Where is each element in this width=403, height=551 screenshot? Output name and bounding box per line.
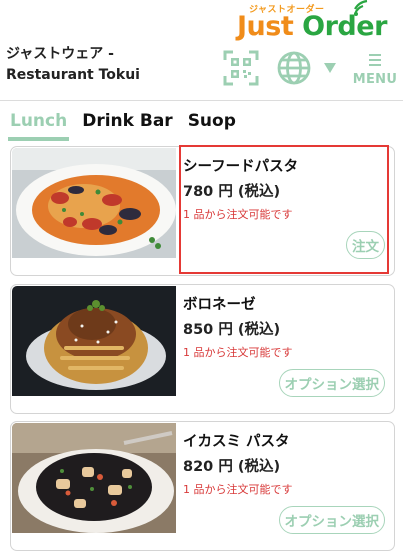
globe-icon [277,51,311,85]
logo-word-just: Just [237,11,294,42]
qr-code-icon [223,50,259,86]
menu-button[interactable]: MENU [352,50,398,92]
tab-drink-bar[interactable]: Drink Bar [82,108,172,141]
logo-word-order: Order [302,11,387,42]
item-name: シーフードパスタ [183,159,299,175]
order-button[interactable]: 注文 [346,231,385,259]
restaurant-name-line1: ジャストウェア - [6,46,114,62]
tab-suop[interactable]: Suop [188,108,236,141]
option-select-button[interactable]: オプション選択 [278,369,385,397]
restaurant-name-line2: Restaurant Tokui [6,67,140,83]
qr-code-button[interactable] [223,50,259,86]
item-name: イカスミ パスタ [183,434,290,450]
header-divider [0,100,403,101]
caret-down-icon[interactable] [323,61,337,75]
restaurant-name: ジャストウェア - Restaurant Tokui [6,44,206,86]
item-min-order-note: 1 品から注文可能です [183,208,293,221]
just-order-logo: ジャストオーダー Just Order [237,0,397,44]
squid-ink-pasta-photo [12,423,176,533]
language-button[interactable] [276,50,314,86]
menu-item-card[interactable]: シーフードパスタ 780 円 (税込) 1 品から注文可能です 注文 [10,146,395,276]
option-select-button[interactable]: オプション選択 [278,506,385,534]
item-price: 820 円 (税込) [183,459,281,475]
seafood-pasta-photo [12,148,176,258]
category-tabs: Lunch Drink Bar Suop [8,108,251,144]
hamburger-icon [369,54,381,66]
logo-wordmark: Just Order [237,11,387,42]
item-min-order-note: 1 品から注文可能です [183,483,293,496]
menu-item-card[interactable]: ボロネーゼ 850 円 (税込) 1 品から注文可能です オプション選択 [10,284,395,414]
tab-lunch[interactable]: Lunch [8,108,70,141]
bolognese-photo [12,286,176,396]
item-name: ボロネーゼ [183,297,256,313]
menu-item-card[interactable]: イカスミ パスタ 820 円 (税込) 1 品から注文可能です オプション選択 [10,421,395,551]
item-price: 850 円 (税込) [183,322,281,338]
menu-label: MENU [352,72,398,87]
item-min-order-note: 1 品から注文可能です [183,346,293,359]
item-price: 780 円 (税込) [183,184,281,200]
